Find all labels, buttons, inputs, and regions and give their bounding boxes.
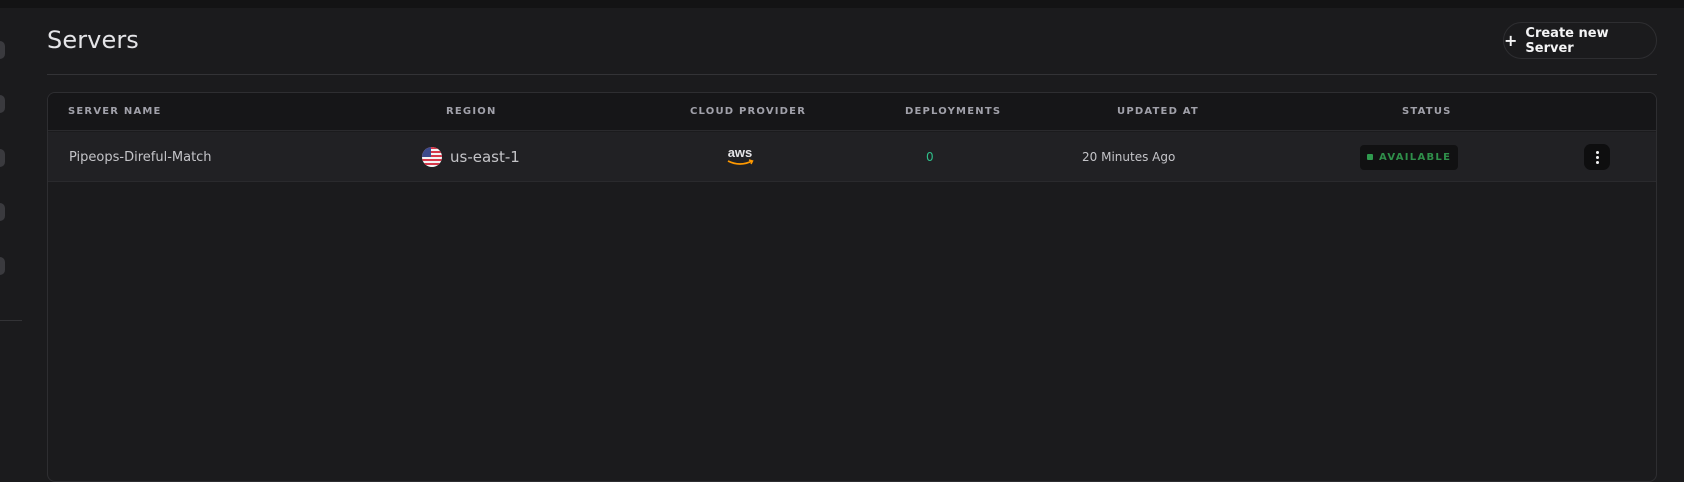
- more-vertical-icon[interactable]: [1584, 144, 1610, 170]
- deployments-cell: 0: [926, 132, 934, 182]
- column-header-updated-at[interactable]: Updated At: [1117, 93, 1199, 131]
- column-header-server-name[interactable]: Server Name: [68, 93, 162, 131]
- sidebar-item[interactable]: [0, 149, 5, 167]
- page-title: Servers: [47, 26, 139, 54]
- cloud-provider-cell: aws: [725, 132, 755, 182]
- aws-logo-text: aws: [728, 146, 753, 160]
- sidebar-rail: [0, 8, 22, 467]
- create-server-button-label: Create new Server: [1525, 25, 1609, 56]
- region-label: us-east-1: [450, 148, 520, 166]
- column-header-deployments[interactable]: Deployments: [905, 93, 1001, 131]
- servers-table: Server Name Region Cloud Provider Deploy…: [47, 92, 1657, 482]
- column-header-region[interactable]: Region: [446, 93, 497, 131]
- column-header-status[interactable]: Status: [1402, 93, 1452, 131]
- top-bar: [0, 0, 1684, 8]
- deployments-count[interactable]: 0: [926, 150, 934, 164]
- status-badge: AVAILABLE: [1360, 144, 1459, 170]
- actions-cell: [1584, 132, 1610, 182]
- sidebar-divider: [0, 320, 22, 321]
- sidebar-item[interactable]: [0, 257, 5, 275]
- status-label: AVAILABLE: [1379, 151, 1452, 163]
- us-flag-icon: [422, 147, 442, 167]
- status-dot-icon: [1367, 154, 1373, 160]
- updated-at-label: 20 Minutes Ago: [1082, 150, 1176, 164]
- sidebar-item[interactable]: [0, 41, 5, 59]
- column-header-cloud-provider[interactable]: Cloud Provider: [690, 93, 806, 131]
- region-cell: us-east-1: [422, 132, 520, 182]
- table-header: Server Name Region Cloud Provider Deploy…: [48, 93, 1656, 131]
- server-name-cell[interactable]: Pipeops-Direful-Match: [69, 132, 212, 182]
- sidebar-item[interactable]: [0, 95, 5, 113]
- aws-logo-icon: aws: [727, 146, 754, 165]
- status-cell: AVAILABLE: [1360, 132, 1459, 182]
- table-row[interactable]: Pipeops-Direful-Match us-east-1 aws 0 20…: [48, 132, 1656, 182]
- plus-icon: +: [1504, 30, 1518, 50]
- updated-at-cell: 20 Minutes Ago: [1082, 132, 1175, 182]
- header-divider: [47, 74, 1657, 75]
- sidebar-item[interactable]: [0, 203, 5, 221]
- create-server-button[interactable]: + Create new Server: [1503, 22, 1657, 59]
